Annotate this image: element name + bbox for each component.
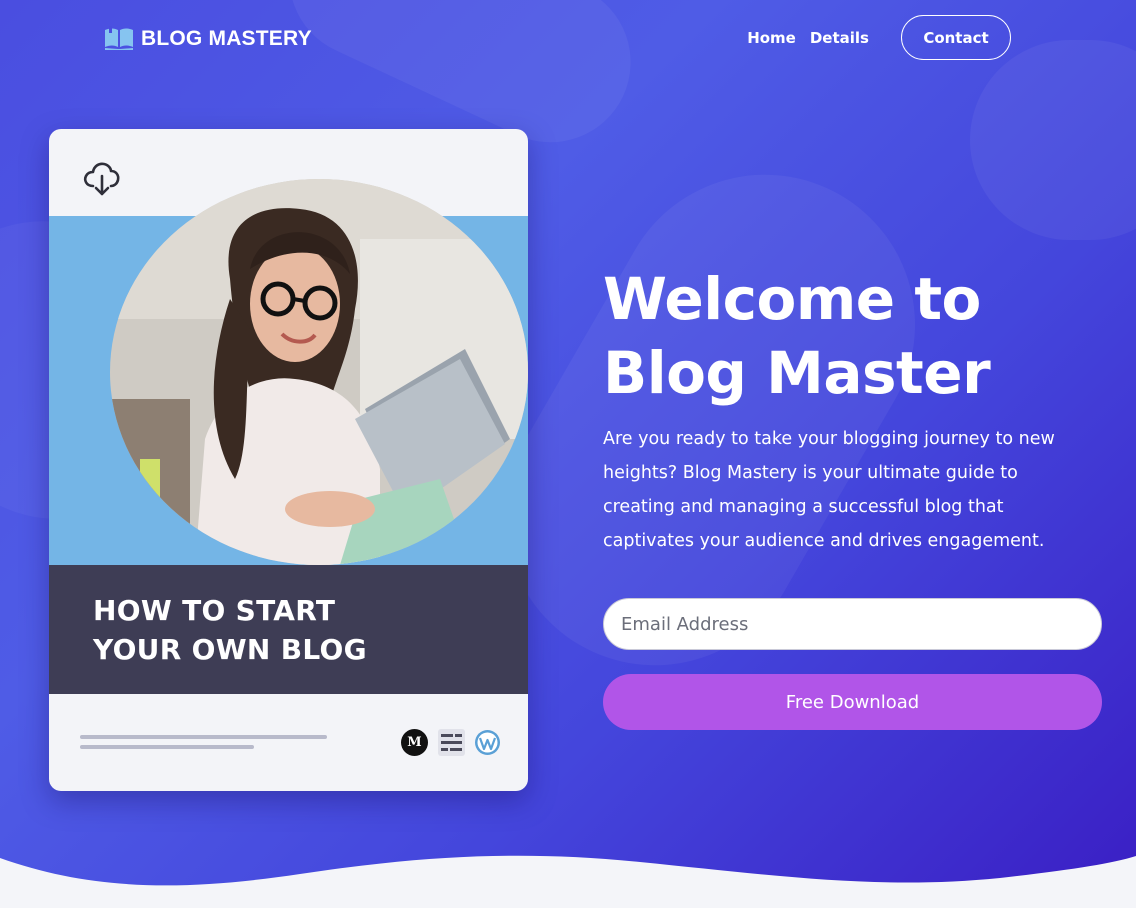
wordpress-icon [474,729,501,756]
placeholder-line [80,745,254,749]
nav-link-home[interactable]: Home [747,29,796,47]
main-nav: Home Details Contact [747,15,1011,60]
hero-title-line-2: Blog Master [603,339,991,407]
cover-title-line-1: HOW TO START [93,594,336,627]
email-input[interactable] [603,598,1102,650]
free-download-button[interactable]: Free Download [603,674,1102,730]
cover-title-panel: HOW TO START YOUR OWN BLOG [49,565,528,694]
placeholder-line [80,735,327,739]
cover-title-line-2: YOUR OWN BLOG [93,633,367,666]
ebook-cover: HOW TO START YOUR OWN BLOG M [49,129,528,791]
brand-logo[interactable]: BLOG MASTERY [104,26,312,51]
substack-icon [438,729,465,756]
bottom-wave [0,855,1136,908]
cover-photo [110,179,528,565]
open-book-icon [105,26,133,50]
hero-title-line-1: Welcome to [603,265,981,333]
nav-link-details[interactable]: Details [810,29,869,47]
cloud-download-icon [83,162,120,196]
medium-icon: M [401,729,428,756]
medium-icon-letter: M [407,735,422,750]
hero-description: Are you ready to take your blogging jour… [603,429,1055,551]
hero-title: Welcome to Blog Master [603,262,1063,410]
background-shape [970,40,1136,240]
contact-button[interactable]: Contact [901,15,1011,60]
brand-name: BLOG MASTERY [141,26,312,50]
